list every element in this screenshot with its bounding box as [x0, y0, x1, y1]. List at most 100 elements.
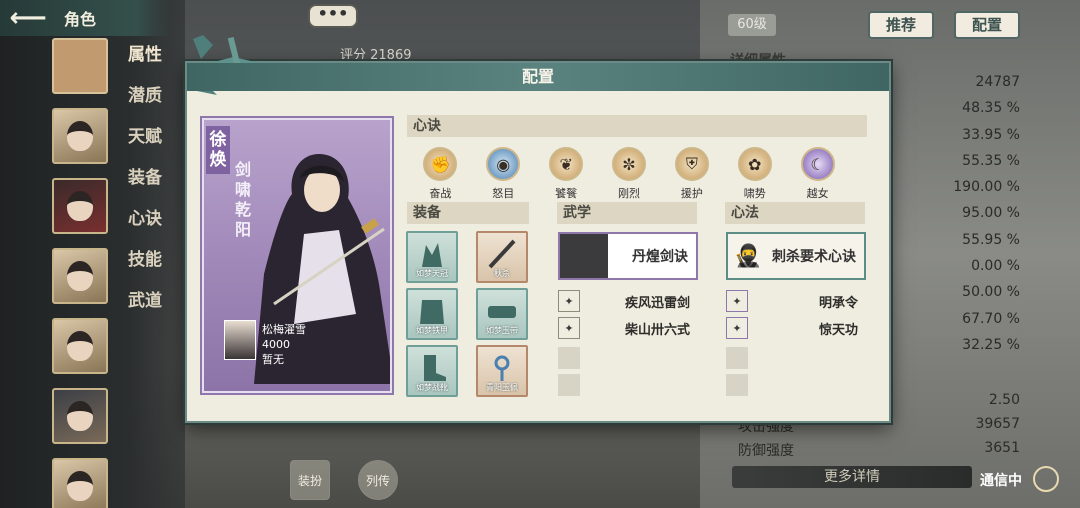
xinjue-item[interactable]: ✿ 啸势 [723, 147, 786, 201]
empty-skill-slot[interactable] [558, 347, 580, 369]
config-button[interactable]: 配置 [954, 11, 1020, 39]
menu-item-skills[interactable]: 技能 [128, 247, 162, 288]
equip-label: 如梦天冠 [416, 269, 448, 278]
xinfa-main-name: 刺杀要术心诀 [772, 249, 856, 265]
xinjue-label: 饕餮 [555, 187, 578, 200]
character-portrait[interactable] [52, 248, 108, 304]
stat-values: 24787 48.35 % 33.95 % 55.35 % 190.00 % 9… [890, 70, 1020, 359]
character-name: 徐焕 [206, 126, 230, 174]
portrait-face [67, 261, 93, 291]
equip-slot-armor[interactable]: 如梦铁甲 [406, 288, 458, 340]
character-portrait[interactable] [52, 388, 108, 444]
character-portrait-selected[interactable] [52, 38, 108, 94]
portrait-face [67, 191, 93, 221]
character-portrait[interactable] [52, 108, 108, 164]
xinjue-row: ✊ 奋战 ◉ 怒目 ❦ 饕餮 ✼ 刚烈 ⛨ 援护 ✿ 啸势 ☾ 越女 [409, 147, 849, 201]
xinjue-item[interactable]: ☾ 越女 [786, 147, 849, 201]
page-title: 角色 [64, 10, 97, 29]
xinjue-item[interactable]: ◉ 怒目 [472, 147, 535, 201]
equip-slot-belt[interactable]: 如梦玉带 [476, 288, 528, 340]
xinjue-item[interactable]: ❦ 饕餮 [535, 147, 598, 201]
stance-icon: ✦ [558, 290, 580, 312]
equip-label: 秋杀 [494, 269, 510, 278]
xinjue-item[interactable]: ✊ 奋战 [409, 147, 472, 201]
menu-item-equipment[interactable]: 装备 [128, 165, 162, 206]
menu-item-attributes[interactable]: 属性 [128, 42, 162, 83]
dress-up-button[interactable]: 装扮 [290, 460, 330, 500]
roar-icon: ✿ [737, 147, 772, 181]
portrait-face [67, 401, 93, 431]
menu-item-wudao[interactable]: 武道 [128, 288, 162, 329]
character-portrait[interactable] [52, 318, 108, 374]
skin-status: 暂无 [262, 353, 284, 366]
portrait-face [67, 331, 93, 361]
xinjue-label: 怒目 [492, 187, 515, 200]
beast-icon: ❦ [549, 147, 584, 181]
chat-bubble-button[interactable]: ••• [308, 4, 358, 28]
wuxue-sub-skill[interactable]: ✦ 柴山卅六式 [558, 317, 690, 339]
equip-slot-weapon[interactable]: 秋杀 [476, 231, 528, 283]
menu-item-xinjue[interactable]: 心诀 [128, 206, 162, 247]
stat-value: 33.95 % [962, 126, 1020, 143]
character-card[interactable]: 徐焕 剑啸乾阳 松梅濯雪 4000 暂无 [202, 118, 392, 393]
more-details-button[interactable]: 更多详情 [732, 466, 972, 488]
loading-ring-icon [1033, 466, 1059, 492]
xinfa-main-skill[interactable]: 🥷 刺杀要术心诀 [726, 232, 866, 280]
wuxue-main-skill[interactable]: 丹煌剑诀 [558, 232, 698, 280]
equip-label: 如梦战靴 [416, 383, 448, 392]
recommend-button[interactable]: 推荐 [868, 11, 934, 39]
empty-skill-slot[interactable] [558, 374, 580, 396]
stat-value: 24787 [975, 74, 1020, 90]
xinfa-sub-skill[interactable]: ✦ 惊天功 [726, 317, 858, 339]
stat-value: 95.00 % [962, 205, 1020, 222]
back-button[interactable]: ⟵ [6, 3, 50, 33]
skin-name: 松梅濯雪 [262, 323, 306, 336]
equip-label: 如梦铁甲 [416, 326, 448, 335]
fist-icon: ✊ [423, 147, 458, 181]
stat-row-value: 2.50 [988, 392, 1020, 408]
xinjue-item[interactable]: ✼ 刚烈 [598, 147, 661, 201]
stat-row-label: 防御强度 [738, 443, 794, 459]
equip-label: 青阳玉佩 [486, 383, 518, 392]
belt-icon [488, 306, 516, 318]
crown-icon [422, 243, 442, 267]
arrow-left-icon: ⟵ [9, 3, 47, 33]
stance-icon: ✦ [726, 317, 748, 339]
portrait-face [67, 471, 93, 501]
portrait-face [67, 121, 93, 151]
wuxue-sub-skill[interactable]: ✦ 疾风迅雷剑 [558, 290, 690, 312]
equip-slot-boots[interactable]: 如梦战靴 [406, 345, 458, 397]
biography-button[interactable]: 列传 [358, 460, 398, 500]
xinjue-label: 刚烈 [618, 187, 640, 200]
menu-item-potential[interactable]: 潜质 [128, 83, 162, 124]
skill-thumbnail [560, 234, 608, 278]
xinjue-item[interactable]: ⛨ 援护 [660, 147, 723, 201]
character-portrait[interactable] [52, 178, 108, 234]
pendant-icon [494, 355, 510, 381]
xinfa-sub-skill[interactable]: ✦ 明承令 [726, 290, 858, 312]
assassin-icon: 🥷 [728, 234, 768, 278]
wuxue-sub-name: 柴山卅六式 [624, 322, 690, 338]
stat-value: 32.25 % [962, 336, 1020, 353]
stat-row-value: 3651 [984, 440, 1020, 456]
empty-skill-slot[interactable] [726, 374, 748, 396]
menu-item-talent[interactable]: 天赋 [128, 124, 162, 165]
stat-value: 50.00 % [962, 284, 1020, 301]
equip-slot-head[interactable]: 如梦天冠 [406, 231, 458, 283]
empty-skill-slot[interactable] [726, 347, 748, 369]
stat-row-value: 39657 [975, 416, 1020, 432]
config-modal: 配置 徐焕 剑啸乾阳 松梅濯雪 4000 暂无 心诀 ✊ 奋战 ◉ 怒目 ❦ 饕… [185, 35, 891, 423]
equip-label: 如梦玉带 [486, 326, 518, 335]
stat-value: 67.70 % [962, 310, 1020, 327]
xinfa-section-header: 心法 [725, 202, 865, 224]
side-menu: 属性 潜质 天赋 装备 心诀 技能 武道 [128, 42, 162, 329]
armor-icon [420, 300, 444, 324]
xinjue-section-header: 心诀 [407, 115, 867, 137]
flame-icon: ✼ [612, 147, 646, 181]
equip-slot-accessory[interactable]: 青阳玉佩 [476, 345, 528, 397]
wuxue-section-header: 武学 [557, 202, 697, 224]
eye-icon: ◉ [486, 147, 521, 181]
character-portrait[interactable] [52, 458, 108, 508]
wuxue-sub-name: 疾风迅雷剑 [624, 295, 690, 311]
equipment-section-header: 装备 [407, 202, 529, 224]
